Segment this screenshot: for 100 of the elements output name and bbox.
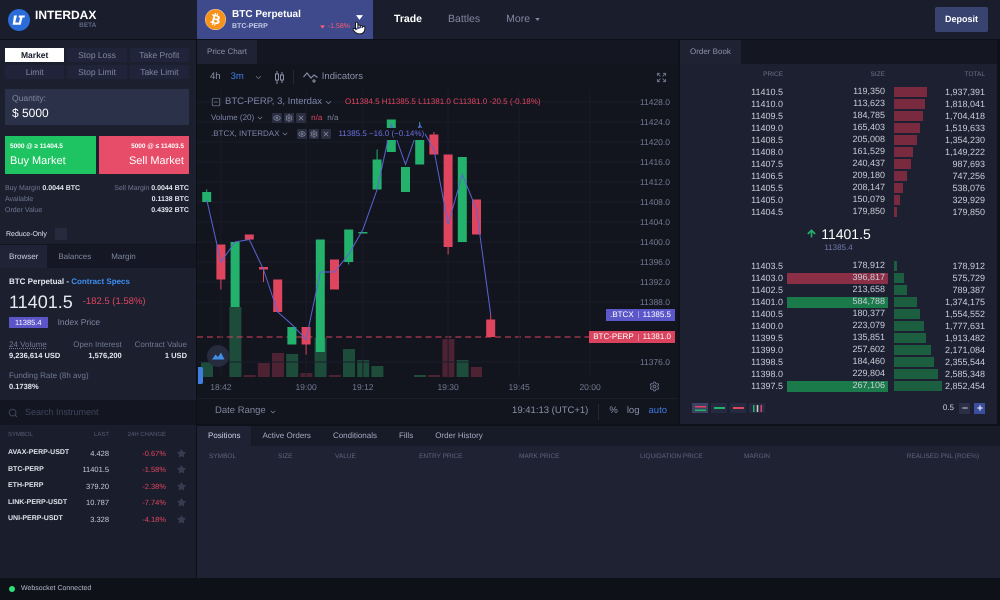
nav-link[interactable]: More	[506, 12, 540, 28]
order-type-tab[interactable]: Stop Loss	[67, 48, 127, 62]
size-cell: 584,788	[787, 296, 888, 308]
depth-bar	[894, 309, 920, 319]
expand-icon[interactable]	[656, 72, 667, 82]
price-cell-text: 11399.0	[750, 344, 783, 356]
total-cell-text: 1,818,041	[944, 98, 986, 110]
panel-tab[interactable]: Order Book	[680, 40, 741, 64]
time-axis-label: 20:00	[579, 382, 601, 392]
quantity-input[interactable]: $ 5000	[12, 106, 72, 121]
size-cell-text: 209,180	[851, 170, 886, 182]
panel-tab[interactable]: Fills	[388, 426, 424, 446]
total-cell-text: 1,554,552	[944, 308, 986, 320]
price-cell-text: 11409.0	[750, 122, 783, 134]
brand-name: INTERDAX	[35, 9, 96, 22]
nav-link[interactable]: Trade	[394, 12, 422, 28]
depth-bar	[894, 357, 934, 367]
collapse-icon[interactable]	[211, 97, 221, 107]
nav-link[interactable]: Battles	[448, 12, 480, 28]
size-cell-text: 213,658	[851, 284, 886, 296]
funding-label: Funding Rate (8h avg)	[9, 370, 90, 381]
price-cell-text: 11408.5	[750, 134, 783, 146]
size-cell-text: 161,529	[851, 146, 886, 158]
total-cell-text: 987,693	[951, 158, 986, 170]
interval-button[interactable]: 4h	[210, 70, 221, 84]
size-cell: 396,817	[787, 272, 888, 284]
total-cell-text: 2,585,348	[944, 368, 986, 380]
plus-icon	[976, 404, 984, 412]
hand-cursor-icon	[352, 21, 366, 35]
price-axis-label: 11392.0	[640, 277, 670, 287]
candlestick-icon[interactable]	[274, 70, 284, 84]
deposit-button[interactable]: Deposit	[934, 7, 988, 32]
price-axis-label: 11412.0	[640, 177, 670, 187]
indicators-button[interactable]: Indicators	[322, 70, 363, 84]
panel-tab[interactable]: Positions	[197, 426, 252, 446]
size-cell-text: 165,403	[851, 122, 886, 134]
contract-specs-link[interactable]: Contract Specs	[71, 277, 130, 286]
order-type-tab[interactable]: Market	[5, 48, 64, 62]
size-cell-text: 179,850	[851, 206, 886, 218]
quantity-field[interactable]: Quantity: $ 5000	[5, 89, 189, 125]
scale-option[interactable]: log	[626, 404, 640, 419]
date-range-button[interactable]: Date Range	[215, 404, 277, 419]
price-axis-label: 11416.0	[640, 157, 670, 167]
book-view-button[interactable]	[711, 403, 727, 413]
settings-icon[interactable]	[649, 381, 660, 392]
star-icon[interactable]	[176, 465, 186, 474]
price-axis-label: 11428.0	[640, 97, 670, 107]
size-cell-text: 229,804	[851, 368, 886, 380]
size-cell-text: 223,079	[851, 320, 886, 332]
grouping-value: 0.5	[942, 402, 954, 414]
order-type-tab[interactable]: Stop Limit	[67, 65, 127, 79]
price-cell-text: 11402.5	[750, 284, 783, 296]
panel-tab[interactable]: Margin	[102, 245, 145, 268]
total-cell-text: 1,937,391	[944, 86, 986, 98]
size-cell: 267,106	[787, 380, 888, 392]
scale-option[interactable]: %	[609, 404, 618, 419]
line-chart-plus-icon[interactable]	[302, 71, 318, 83]
star-icon[interactable]	[176, 448, 186, 458]
book-view-button[interactable]	[749, 403, 765, 413]
total-cell-text: 179,850	[951, 206, 986, 218]
depth-bar	[894, 369, 938, 379]
depth-bar	[894, 297, 918, 307]
search-box[interactable]: Search Instrument	[0, 400, 196, 425]
depth-bar	[894, 111, 923, 121]
price-axis-label: 11420.0	[640, 137, 670, 147]
search-field[interactable]: Search Instrument	[25, 406, 175, 418]
depth-bar	[894, 381, 942, 391]
order-type-tab[interactable]: Limit	[5, 65, 64, 79]
star-icon[interactable]	[176, 498, 186, 508]
star-icon[interactable]	[176, 514, 186, 524]
total-cell-text: 538,076	[951, 182, 986, 194]
order-type-tab[interactable]: Take Limit	[130, 65, 189, 79]
scale-option[interactable]: auto	[648, 404, 667, 419]
total-cell-text: 747,256	[951, 170, 986, 182]
total-cell-text: 1,519,633	[944, 122, 986, 134]
ohlc-values: O11384.5 H11385.5 L11381.0 C11381.0 -20.5 (-0.18%)	[344, 96, 541, 108]
interval-button[interactable]: 3m	[230, 70, 244, 84]
price-cell-text: 11403.5	[750, 260, 783, 272]
order-type-tab[interactable]: Take Profit	[130, 48, 189, 62]
increase-button[interactable]	[974, 402, 985, 414]
total-cell-text: 2,171,084	[944, 344, 986, 356]
time-axis-label: 19:45	[508, 382, 530, 392]
double-line-icon	[694, 406, 706, 410]
depth-bar	[894, 147, 914, 157]
instrument-heading: BTC Perpetual - Contract Specs	[9, 277, 131, 287]
star-icon[interactable]	[176, 482, 186, 491]
coin-icon	[205, 9, 226, 30]
size-cell-text: 135,851	[851, 332, 886, 344]
total-cell-text: 2,852,454	[944, 380, 986, 392]
panel-tab[interactable]: Browser	[0, 245, 48, 268]
price-cell-text: 11404.5	[750, 206, 783, 218]
panel-tab[interactable]: Balances	[49, 245, 100, 268]
panel-tab[interactable]: Order History	[424, 426, 494, 446]
side-handle[interactable]	[198, 367, 203, 384]
panel-tab[interactable]: Active Orders	[251, 426, 322, 446]
panel-tab[interactable]: Conditionals	[322, 426, 388, 446]
decrease-button[interactable]	[959, 402, 970, 414]
depth-bar	[894, 333, 926, 343]
panel-tab[interactable]: Price Chart	[197, 40, 258, 64]
total-cell-text: 1,149,222	[944, 146, 986, 158]
